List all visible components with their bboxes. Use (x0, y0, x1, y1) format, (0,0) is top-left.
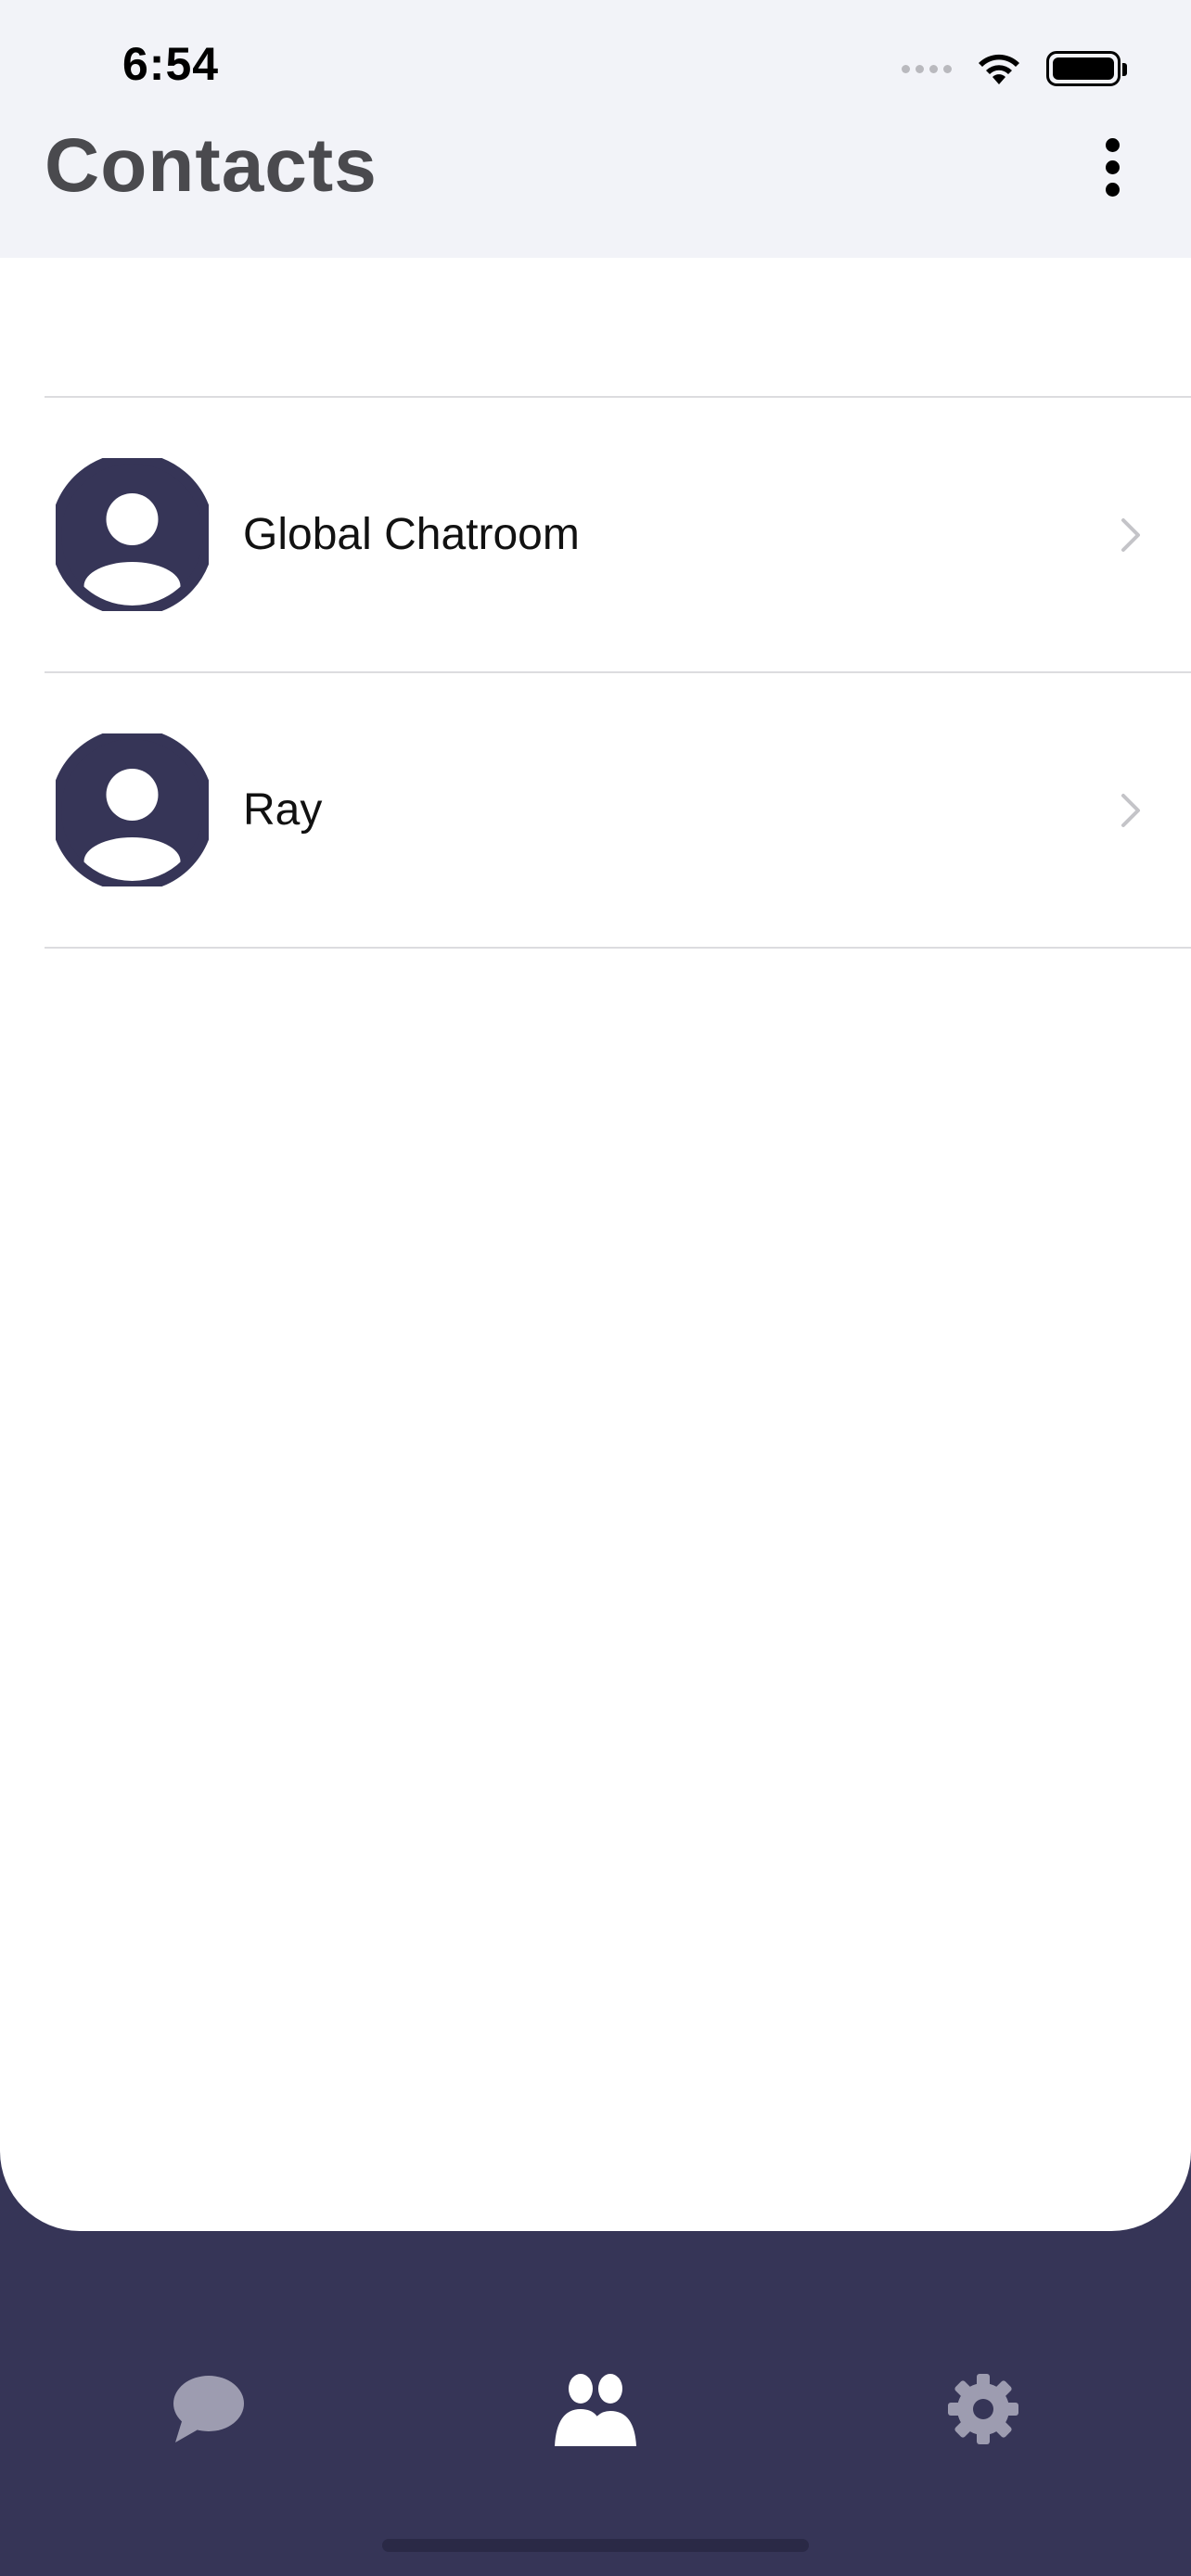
person-avatar-icon (56, 458, 209, 611)
contacts-screen: 6:54 Contacts Global Chatroom Ray (0, 0, 1191, 2576)
cellular-signal-icon (902, 64, 952, 73)
person-avatar-icon (56, 733, 209, 886)
contact-name: Ray (243, 785, 323, 835)
gear-icon (948, 2374, 1018, 2444)
home-indicator[interactable] (382, 2539, 809, 2552)
tab-settings[interactable] (928, 2363, 1039, 2455)
contact-row-global-chatroom[interactable]: Global Chatroom (45, 398, 1191, 673)
chat-bubble-icon (173, 2376, 244, 2442)
more-vertical-icon[interactable] (1089, 130, 1135, 204)
content-area: Global Chatroom Ray (0, 258, 1191, 2231)
battery-icon (1046, 51, 1127, 86)
tab-contacts[interactable] (540, 2363, 651, 2455)
tab-chats[interactable] (151, 2363, 263, 2455)
contact-row-ray[interactable]: Ray (45, 673, 1191, 949)
status-icons (902, 46, 1127, 91)
chevron-right-icon (1121, 518, 1140, 552)
tab-bar (0, 2231, 1191, 2576)
contact-list: Global Chatroom Ray (45, 396, 1191, 949)
people-icon (555, 2374, 636, 2446)
chevron-right-icon (1121, 794, 1140, 827)
wifi-icon (979, 54, 1019, 84)
header: 6:54 Contacts (0, 0, 1191, 258)
contact-name: Global Chatroom (243, 510, 580, 559)
status-time: 6:54 (122, 38, 220, 90)
page-title: Contacts (45, 123, 378, 208)
